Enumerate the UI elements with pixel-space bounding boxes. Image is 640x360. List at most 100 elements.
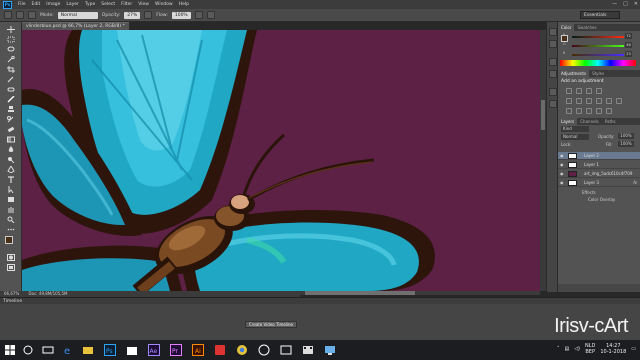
more-tools-icon[interactable] — [7, 226, 15, 233]
workspace-select[interactable]: Essentials — [580, 11, 620, 19]
eyedropper-tool-icon[interactable] — [7, 76, 15, 83]
close-button[interactable]: ✕ — [634, 1, 638, 7]
airbrush-icon[interactable] — [194, 11, 203, 19]
document-canvas[interactable] — [22, 30, 540, 291]
brush-preset-icon[interactable] — [4, 11, 12, 19]
timeline-tab[interactable]: Timeline — [0, 297, 640, 304]
lasso-tool-icon[interactable] — [7, 46, 15, 53]
show-hidden-icons[interactable]: ˄ — [557, 346, 560, 352]
notifications-icon[interactable]: ▭ — [631, 346, 636, 352]
layer-row[interactable]: ◉ Layer 3 fx — [558, 179, 640, 187]
brush-presets-panel-icon[interactable] — [549, 70, 557, 78]
video-editor-icon[interactable] — [280, 344, 292, 356]
tab-layers[interactable]: Layers — [558, 118, 578, 125]
layer-row[interactable]: ◉ Layer 1 — [558, 161, 640, 169]
levels-icon[interactable] — [576, 88, 582, 94]
menu-image[interactable]: Image — [46, 2, 60, 7]
gradient-map-icon[interactable] — [606, 108, 612, 114]
history-panel-icon[interactable] — [549, 28, 557, 36]
paragraph-panel-icon[interactable] — [549, 100, 557, 108]
media-app-icon[interactable] — [258, 344, 270, 356]
quick-select-tool-icon[interactable] — [7, 55, 15, 63]
network-icon[interactable]: ▤ — [564, 346, 569, 352]
effect-color-overlay[interactable]: Color Overlay — [588, 197, 615, 202]
gradient-tool-icon[interactable] — [7, 136, 15, 143]
pressure-opacity-icon[interactable] — [144, 11, 153, 19]
eraser-tool-icon[interactable] — [7, 126, 15, 133]
fx-badge[interactable]: fx — [633, 179, 637, 187]
tab-adjustments[interactable]: Adjustments — [558, 70, 590, 77]
history-brush-tool-icon[interactable] — [7, 116, 15, 123]
fill-input[interactable]: 100% — [618, 141, 634, 147]
maximize-button[interactable]: □ — [623, 1, 628, 7]
dodge-tool-icon[interactable] — [7, 156, 15, 164]
vibrance-icon[interactable] — [566, 98, 572, 104]
vertical-scroll-thumb[interactable] — [541, 100, 545, 130]
menu-filter[interactable]: Filter — [121, 2, 132, 7]
screen-mode-icon[interactable] — [7, 264, 15, 271]
layer-kind-filter[interactable]: Kind — [561, 126, 589, 132]
opacity-input[interactable]: 27% — [124, 11, 141, 19]
brush-tool-icon[interactable] — [7, 95, 15, 103]
zoom-tool-icon[interactable] — [7, 216, 15, 224]
pressure-size-icon[interactable] — [206, 11, 215, 19]
menu-edit[interactable]: Edit — [32, 2, 41, 7]
green-slider[interactable]: G 46 — [563, 42, 632, 48]
document-tab[interactable]: vlinderblue.psd @ 66,7% (Layer 2, RGB/8)… — [22, 22, 129, 30]
search-icon[interactable] — [22, 344, 34, 356]
layer-opacity-input[interactable]: 100% — [618, 133, 634, 139]
file-explorer-icon[interactable] — [82, 344, 94, 356]
menu-layer[interactable]: Layer — [66, 2, 79, 7]
foreground-color-swatch[interactable] — [5, 236, 13, 244]
tab-color[interactable]: Color — [558, 24, 575, 31]
film-app-icon[interactable] — [302, 344, 314, 356]
create-video-timeline-button[interactable]: Create Video Timeline — [245, 321, 297, 328]
language-indicator[interactable]: NLD BEP — [585, 343, 595, 355]
illustrator-icon[interactable]: Ai — [192, 344, 204, 356]
visibility-eye-icon[interactable]: ◉ — [560, 172, 564, 176]
threshold-icon[interactable] — [586, 108, 592, 114]
start-button[interactable] — [4, 344, 16, 356]
brush-panel-toggle-icon[interactable] — [28, 11, 36, 19]
invert-icon[interactable] — [566, 108, 572, 114]
windows-store-icon[interactable] — [126, 344, 138, 356]
horizontal-scroll-thumb[interactable] — [305, 291, 415, 295]
layer-row[interactable]: ◉ Layer 2 — [558, 152, 640, 160]
hue-saturation-icon[interactable] — [576, 98, 582, 104]
path-selection-tool-icon[interactable] — [7, 186, 15, 194]
brightness-contrast-icon[interactable] — [566, 88, 572, 94]
type-tool-icon[interactable] — [7, 176, 15, 183]
visibility-eye-icon[interactable]: ◉ — [560, 181, 564, 185]
brush-panel-icon[interactable] — [549, 58, 557, 66]
color-balance-icon[interactable] — [586, 98, 592, 104]
shape-tool-icon[interactable] — [7, 196, 15, 203]
black-white-icon[interactable] — [596, 98, 602, 104]
quick-mask-icon[interactable] — [7, 254, 15, 261]
clone-stamp-tool-icon[interactable] — [7, 106, 15, 113]
after-effects-icon[interactable]: Ae — [148, 344, 160, 356]
move-tool-icon[interactable] — [7, 26, 15, 33]
healing-brush-tool-icon[interactable] — [7, 86, 15, 93]
posterize-icon[interactable] — [576, 108, 582, 114]
tab-swatches[interactable]: Swatches — [574, 24, 599, 31]
character-panel-icon[interactable] — [549, 88, 557, 96]
properties-panel-icon[interactable] — [549, 40, 557, 48]
clock[interactable]: 14:27 10-1-2018 — [600, 343, 626, 355]
crop-tool-icon[interactable] — [7, 66, 15, 73]
menu-view[interactable]: View — [138, 2, 149, 7]
volume-icon[interactable]: ◁) — [574, 346, 580, 352]
channel-mixer-icon[interactable] — [616, 98, 622, 104]
blue-slider[interactable]: B 23 — [563, 51, 632, 57]
app-red-icon[interactable] — [214, 344, 226, 356]
menu-select[interactable]: Select — [101, 2, 115, 7]
tab-paths[interactable]: Paths — [602, 118, 619, 125]
chrome-icon[interactable] — [236, 344, 248, 356]
minimize-button[interactable]: — — [612, 1, 617, 7]
photo-filter-icon[interactable] — [606, 98, 612, 104]
brush-size-picker[interactable] — [16, 11, 24, 19]
tab-styles[interactable]: Styles — [589, 70, 607, 77]
selective-color-icon[interactable] — [596, 108, 602, 114]
mode-select[interactable]: Normal — [57, 11, 98, 19]
blur-tool-icon[interactable] — [7, 146, 15, 153]
pen-tool-icon[interactable] — [7, 165, 15, 174]
